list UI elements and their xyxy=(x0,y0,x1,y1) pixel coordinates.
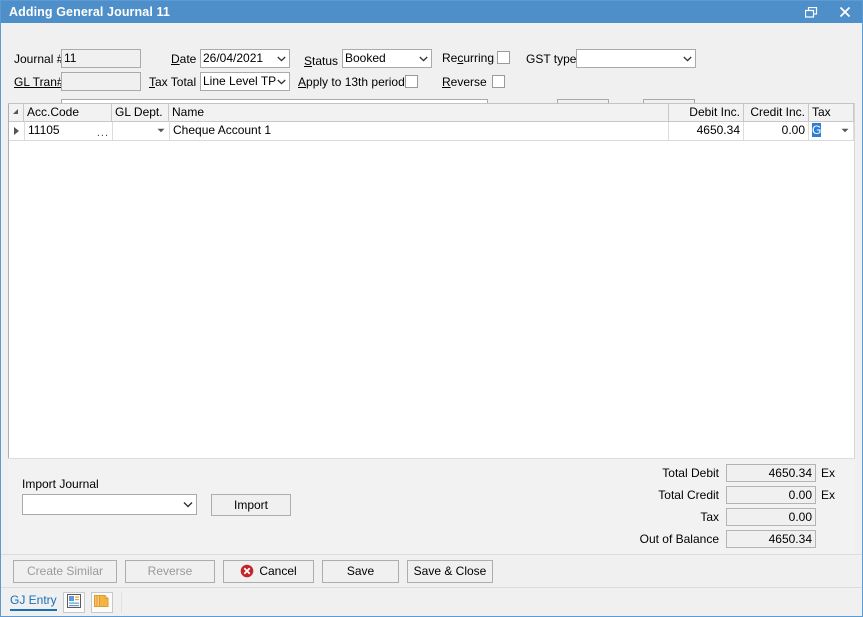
reverse-label: Reverse xyxy=(442,75,487,89)
date-field[interactable]: 26/04/2021 xyxy=(200,49,290,68)
journal-number-field[interactable]: 11 xyxy=(61,49,141,68)
row-current-indicator xyxy=(9,122,25,140)
cancel-button[interactable]: Cancel xyxy=(223,559,314,583)
copy-pages-icon-button[interactable] xyxy=(90,591,113,613)
general-journal-window: Adding General Journal 11 Journal # 11 D… xyxy=(0,0,863,617)
document-details-icon xyxy=(66,593,81,611)
recurring-label: Recurring xyxy=(442,51,495,65)
status-bar-filler xyxy=(120,591,862,613)
column-header-tax[interactable]: Tax xyxy=(809,104,854,121)
restore-icon xyxy=(804,6,818,18)
create-similar-button[interactable]: Create Similar xyxy=(13,559,117,583)
import-journal-select[interactable] xyxy=(22,494,197,515)
cell-tax[interactable]: G xyxy=(809,122,854,140)
chevron-down-icon xyxy=(683,50,692,67)
import-journal-label: Import Journal xyxy=(22,477,99,491)
total-row-credit: Total Credit 0.00 Ex xyxy=(614,486,841,504)
status-bar: GJ Entry xyxy=(1,587,862,616)
restore-button[interactable] xyxy=(794,1,828,23)
status-field[interactable]: Booked xyxy=(342,49,432,68)
cell-name[interactable]: Cheque Account 1 xyxy=(170,122,669,140)
row-pointer-icon xyxy=(14,127,19,135)
total-credit-suffix: Ex xyxy=(821,488,836,502)
cancel-icon xyxy=(240,564,254,578)
apply-13th-checkbox[interactable] xyxy=(405,75,418,88)
close-icon xyxy=(839,6,851,18)
table-row[interactable]: 11105 ... Cheque Account 1 4650.34 0.00 … xyxy=(9,122,854,141)
copy-pages-icon xyxy=(94,594,109,611)
chevron-down-icon xyxy=(277,73,286,90)
column-header-credit-inc[interactable]: Credit Inc. xyxy=(744,104,809,121)
window-title: Adding General Journal 11 xyxy=(9,5,170,19)
title-bar: Adding General Journal 11 xyxy=(1,1,862,23)
chevron-down-icon xyxy=(183,495,193,514)
total-row-tax: Tax 0.00 xyxy=(614,508,841,526)
tax-total-field[interactable]: Line Level TP xyxy=(200,72,290,91)
cancel-button-label: Cancel xyxy=(259,564,297,578)
reverse-button[interactable]: Reverse xyxy=(125,559,215,583)
gst-type-field[interactable] xyxy=(576,49,696,68)
save-button[interactable]: Save xyxy=(322,559,399,583)
total-debit-value: 4650.34 xyxy=(726,464,816,482)
date-label: Date xyxy=(171,52,197,66)
cell-debit-inc[interactable]: 4650.34 xyxy=(669,122,744,140)
cell-gl-dept[interactable] xyxy=(113,122,170,140)
status-tab-gj-entry[interactable]: GJ Entry xyxy=(10,593,57,611)
total-credit-label: Total Credit xyxy=(658,488,719,502)
date-value: 26/04/2021 xyxy=(203,51,264,65)
chevron-down-icon[interactable] xyxy=(157,122,165,139)
total-tax-label: Tax xyxy=(700,510,719,524)
total-tax-value: 0.00 xyxy=(726,508,816,526)
grid-header-row: Acc.Code GL Dept. Name Debit Inc. Credit… xyxy=(9,104,854,122)
import-button[interactable]: Import xyxy=(211,494,291,516)
journal-lines-grid[interactable]: Acc.Code GL Dept. Name Debit Inc. Credit… xyxy=(8,103,855,458)
document-details-icon-button[interactable] xyxy=(62,591,85,613)
totals-panel: Total Debit 4650.34 Ex Total Credit 0.00… xyxy=(614,464,841,548)
total-row-out-of-balance: Out of Balance 4650.34 xyxy=(614,530,841,548)
total-debit-label: Total Debit xyxy=(662,466,719,480)
chevron-down-icon xyxy=(277,50,286,67)
gl-tran-label: GL Tran# xyxy=(14,75,64,89)
cell-tax-value: G xyxy=(812,123,822,137)
recurring-checkbox[interactable] xyxy=(497,51,510,64)
column-header-debit-inc[interactable]: Debit Inc. xyxy=(669,104,744,121)
total-credit-value: 0.00 xyxy=(726,486,816,504)
bottom-panel: Import Journal Import Total Debit 4650.3… xyxy=(8,458,855,554)
cell-acc-code[interactable]: 11105 ... xyxy=(25,122,113,140)
chevron-down-icon xyxy=(419,50,428,67)
status-value: Booked xyxy=(345,51,386,65)
status-label: Status xyxy=(304,54,339,68)
acc-code-lookup-button[interactable]: ... xyxy=(97,128,109,139)
action-button-bar: Create Similar Reverse Cancel Save Save … xyxy=(1,554,862,587)
column-header-gl-dept[interactable]: GL Dept. xyxy=(112,104,169,121)
column-header-name[interactable]: Name xyxy=(169,104,669,121)
tax-total-label: Tax Total xyxy=(149,75,197,89)
journal-number-label: Journal # xyxy=(14,52,64,66)
out-of-balance-value: 4650.34 xyxy=(726,530,816,548)
gst-type-label: GST type xyxy=(526,52,577,66)
total-debit-suffix: Ex xyxy=(821,466,836,480)
journal-header-form: Journal # 11 Date 26/04/2021 Status Book… xyxy=(1,23,862,118)
close-button[interactable] xyxy=(828,1,862,23)
tax-total-value: Line Level TP xyxy=(203,74,277,88)
out-of-balance-label: Out of Balance xyxy=(639,532,719,546)
apply-13th-label: Apply to 13th period xyxy=(298,75,405,89)
grid-select-all-header[interactable] xyxy=(9,104,24,121)
sort-indicator-icon xyxy=(13,109,18,114)
gl-tran-field[interactable] xyxy=(61,72,141,91)
cell-credit-inc[interactable]: 0.00 xyxy=(744,122,809,140)
total-row-debit: Total Debit 4650.34 Ex xyxy=(614,464,841,482)
chevron-down-icon[interactable] xyxy=(841,122,849,139)
window-controls xyxy=(794,1,862,23)
reverse-checkbox[interactable] xyxy=(492,75,505,88)
cell-acc-code-value: 11105 xyxy=(28,123,60,137)
save-and-close-button[interactable]: Save & Close xyxy=(407,559,493,583)
grid-empty-area[interactable] xyxy=(9,141,854,458)
column-header-acc-code[interactable]: Acc.Code xyxy=(24,104,112,121)
